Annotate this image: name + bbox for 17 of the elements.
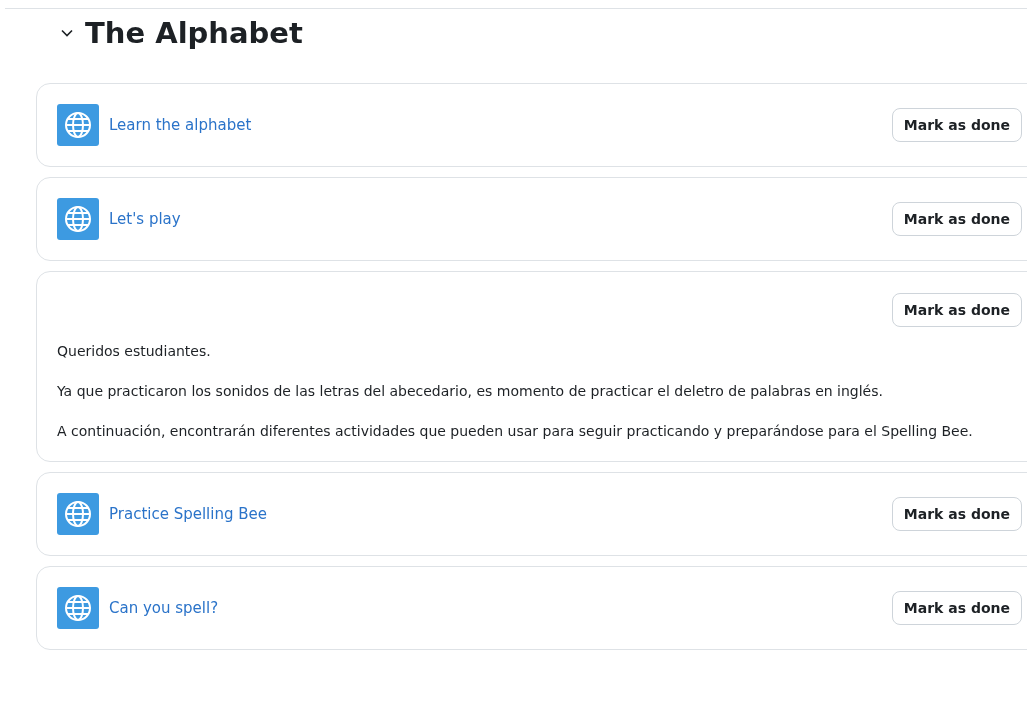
mark-done-button[interactable]: Mark as done: [891, 108, 1022, 142]
globe-icon: [57, 198, 99, 240]
mark-done-button[interactable]: Mark as done: [891, 497, 1022, 531]
paragraph: A continuación, encontrarán diferentes actividades que pueden usar para seguir practicando y preparándose para el Spelling Bee.: [57, 422, 974, 441]
paragraph: Queridos estudiantes.: [57, 342, 212, 361]
activity-link[interactable]: Can you spell?: [109, 599, 219, 617]
globe-icon: [57, 104, 99, 146]
activity-link[interactable]: Practice Spelling Bee: [109, 505, 267, 523]
globe-icon: [57, 587, 99, 629]
paragraph: Ya que practicaron los sonidos de las letras del abecedario, es momento de practicar el deletro de palabras en inglés.: [57, 382, 884, 401]
mark-done-button[interactable]: Mark as done: [891, 591, 1022, 625]
mark-done-button[interactable]: Mark as done: [891, 202, 1022, 236]
mark-done-button[interactable]: Mark as done: [891, 293, 1022, 327]
activity-link[interactable]: Let's play: [109, 210, 181, 228]
globe-icon: [57, 493, 99, 535]
section-title: The Alphabet: [85, 16, 303, 50]
activity-link[interactable]: Learn the alphabet: [109, 116, 252, 134]
